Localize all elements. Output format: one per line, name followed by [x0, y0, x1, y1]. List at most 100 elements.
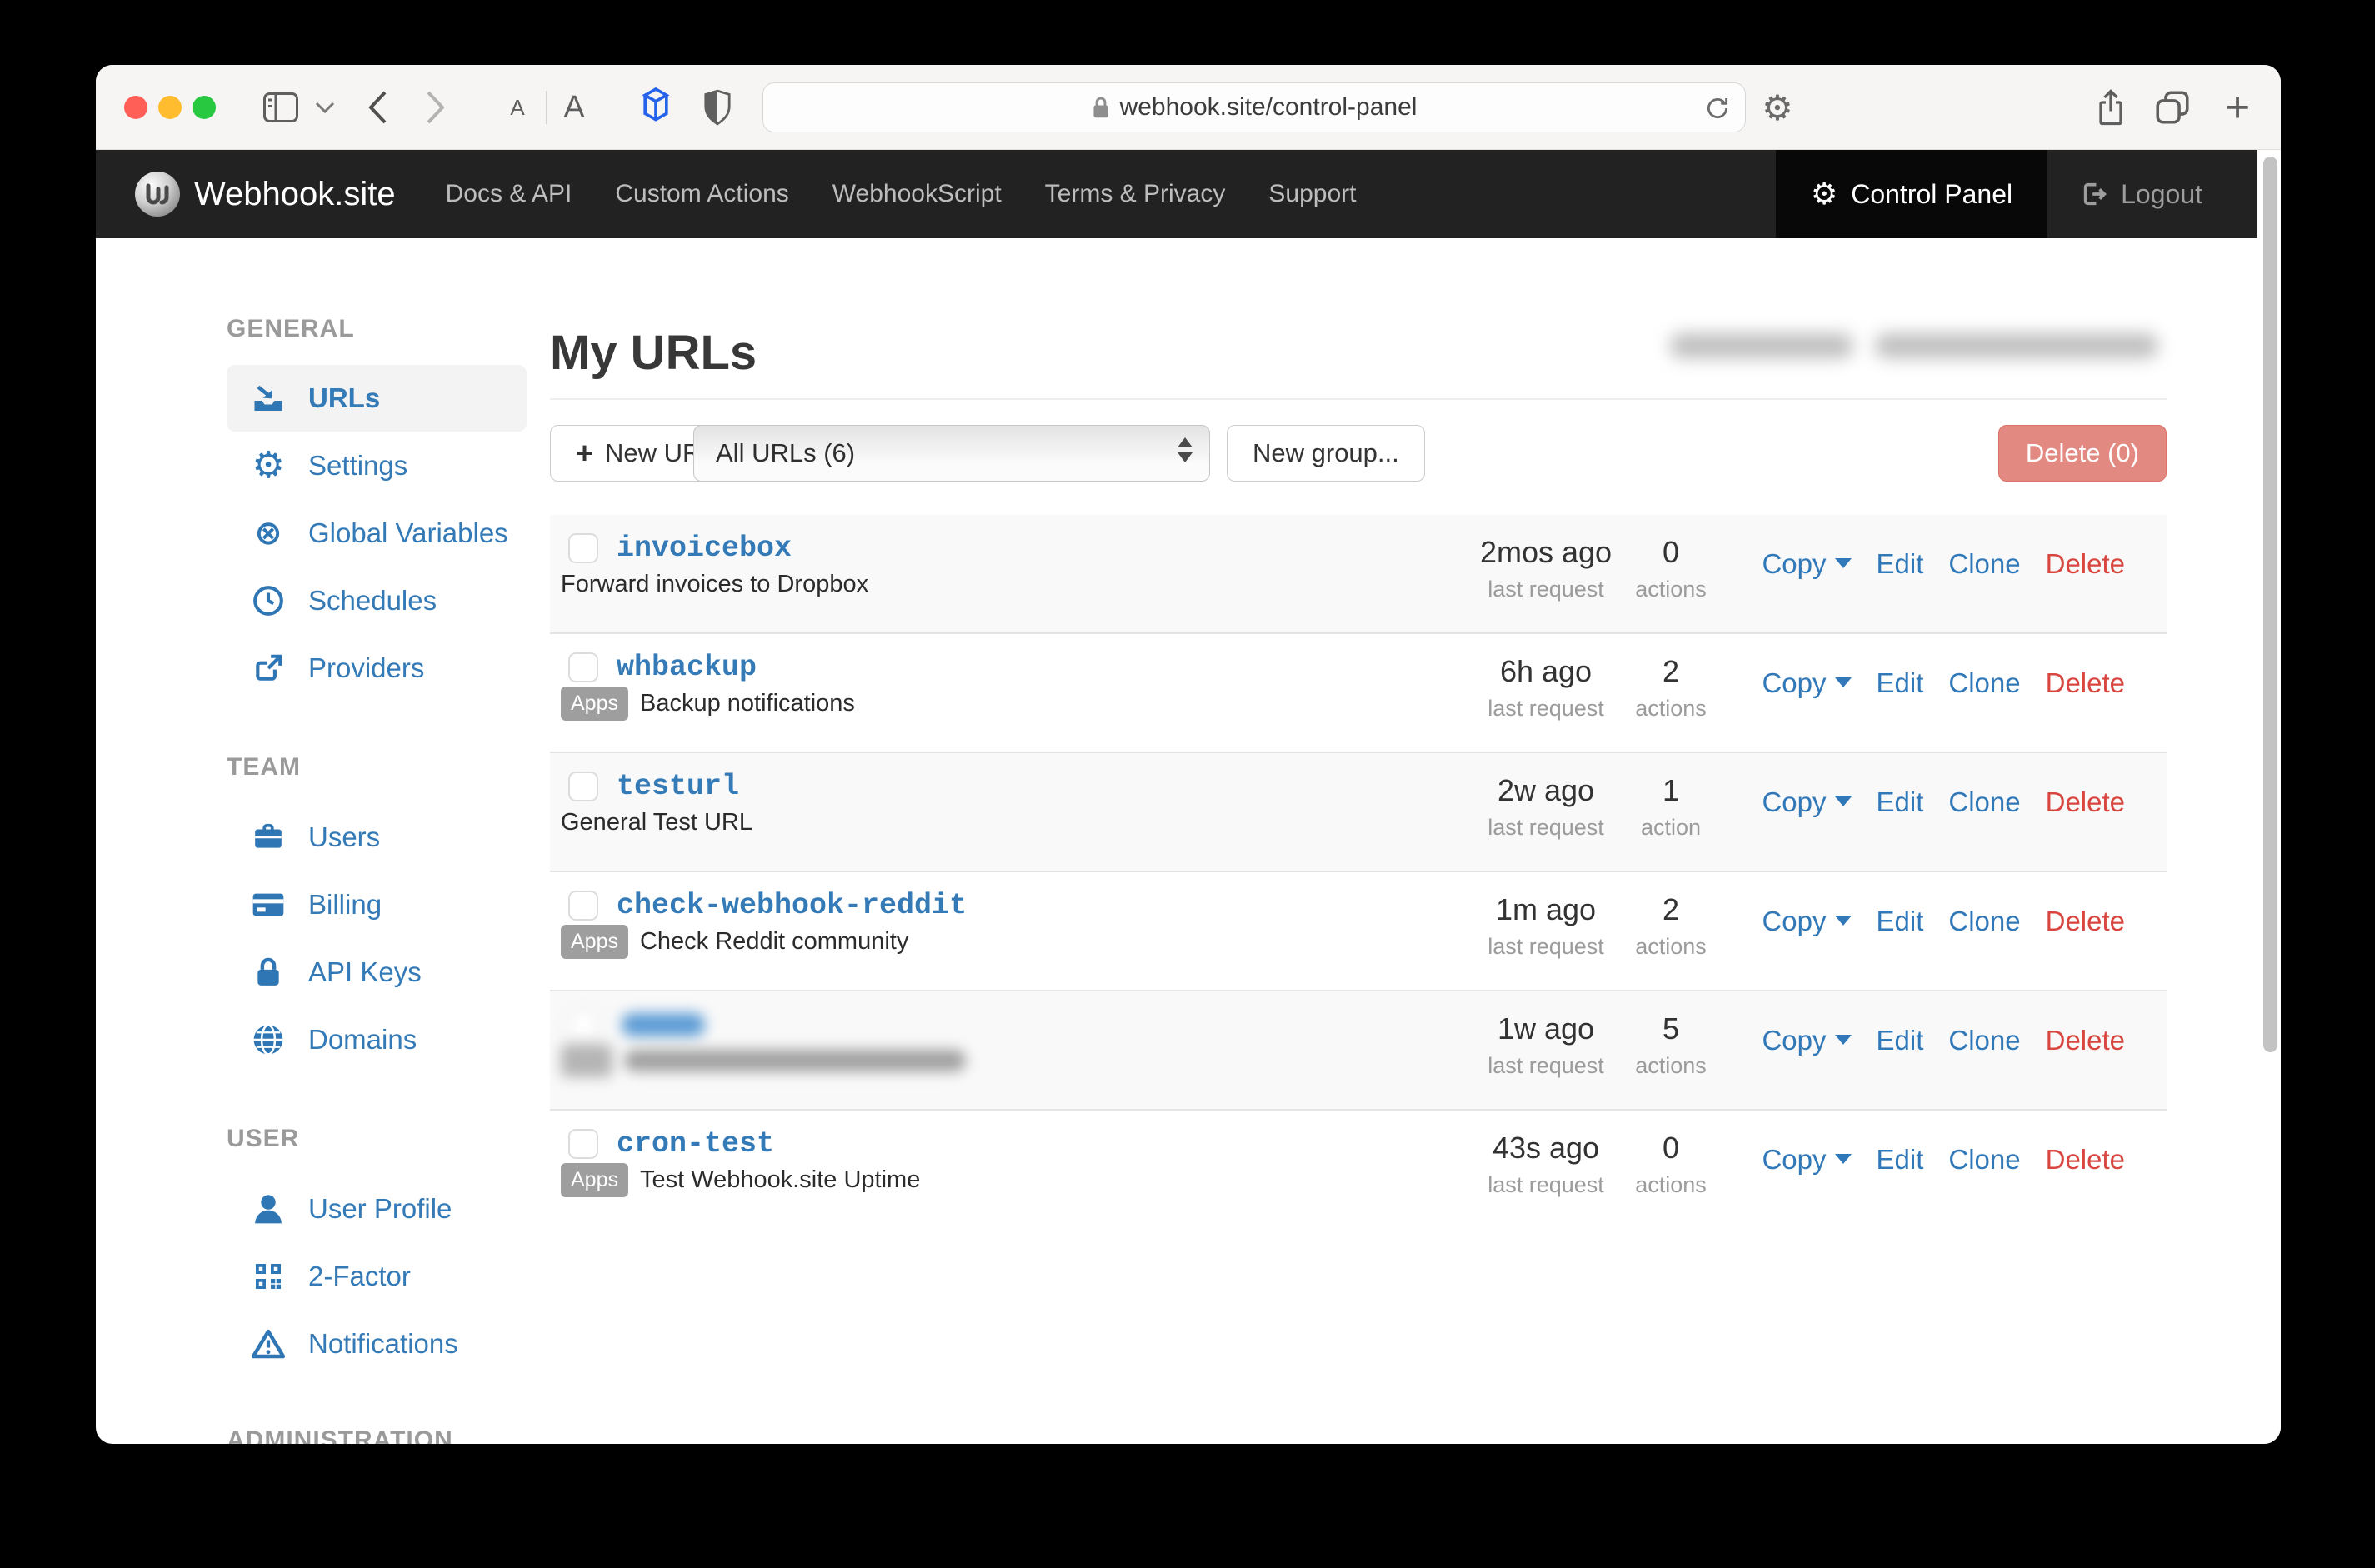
scrollbar-thumb[interactable]	[2263, 157, 2278, 1052]
url-name-redacted	[622, 1013, 705, 1036]
nav-docs-api[interactable]: Docs & API	[446, 180, 572, 208]
clone-link[interactable]: Clone	[1948, 667, 2020, 699]
sidebar-item-label: URLs	[308, 382, 380, 414]
sidebar-item-label: 2-Factor	[308, 1261, 411, 1292]
tab-overview-icon[interactable]	[2148, 65, 2198, 150]
reload-icon[interactable]	[1703, 92, 1732, 125]
nav-links: Docs & API Custom Actions WebhookScript …	[446, 150, 1357, 238]
sidebar-item-users[interactable]: Users	[227, 803, 527, 871]
user-account-redacted	[1670, 333, 2158, 358]
minimize-window-button[interactable]	[158, 96, 182, 119]
clone-link[interactable]: Clone	[1948, 1025, 2020, 1056]
delete-link[interactable]: Delete	[2046, 548, 2125, 580]
sidebar-item-label: Domains	[308, 1024, 417, 1056]
row-checkbox[interactable]	[568, 1010, 598, 1040]
edit-link[interactable]: Edit	[1877, 667, 1924, 699]
sidebar-item-user-profile[interactable]: User Profile	[227, 1175, 527, 1242]
privacy-shield-icon[interactable]	[692, 65, 742, 150]
increase-text-size-button[interactable]: A	[551, 65, 598, 150]
copy-dropdown[interactable]: Copy	[1762, 667, 1851, 699]
webhook-extension-icon[interactable]	[631, 65, 681, 150]
nav-custom-actions[interactable]: Custom Actions	[615, 180, 788, 208]
sidebar-item-providers[interactable]: Providers	[227, 634, 527, 702]
nav-logout[interactable]: Logout	[2048, 150, 2236, 238]
copy-dropdown[interactable]: Copy	[1762, 548, 1851, 580]
settings-gear-icon[interactable]: ⚙	[1752, 65, 1802, 150]
clone-link[interactable]: Clone	[1948, 906, 2020, 937]
copy-dropdown[interactable]: Copy	[1762, 786, 1851, 818]
copy-dropdown[interactable]: Copy	[1762, 1144, 1851, 1176]
delete-link[interactable]: Delete	[2046, 906, 2125, 937]
new-tab-button[interactable]: +	[2212, 65, 2262, 150]
delete-link[interactable]: Delete	[2046, 1144, 2125, 1176]
url-name-link[interactable]: testurl	[617, 770, 739, 803]
address-bar[interactable]: webhook.site/control-panel	[762, 82, 1746, 132]
sidebar-item-settings[interactable]: ⚙ Settings	[227, 432, 527, 499]
apps-badge: Apps	[561, 1163, 628, 1197]
close-window-button[interactable]	[124, 96, 148, 119]
globe-icon	[250, 1024, 287, 1056]
zoom-window-button[interactable]	[192, 96, 216, 119]
actions-count: 0	[1571, 1131, 1771, 1166]
actions-label: actions	[1571, 1172, 1771, 1198]
row-checkbox[interactable]	[568, 533, 598, 563]
edit-link[interactable]: Edit	[1877, 1025, 1924, 1056]
row-checkbox[interactable]	[568, 652, 598, 682]
sidebar-item-label: Global Variables	[308, 517, 508, 549]
logout-icon	[2081, 180, 2109, 208]
nav-control-panel[interactable]: ⚙ Control Panel	[1776, 150, 2048, 238]
decrease-text-size-button[interactable]: A	[494, 65, 541, 150]
chevron-down-icon[interactable]	[306, 65, 344, 150]
delete-link[interactable]: Delete	[2046, 1025, 2125, 1056]
copy-dropdown[interactable]: Copy	[1762, 1025, 1851, 1056]
sidebar-item-label: Billing	[308, 889, 382, 921]
caret-down-icon	[1835, 1035, 1852, 1045]
sidebar-item-schedules[interactable]: Schedules	[227, 567, 527, 634]
browser-window: A A webhook.site/control-panel ⚙	[96, 65, 2281, 1444]
url-filter-value: All URLs (6)	[716, 438, 855, 468]
clone-link[interactable]: Clone	[1948, 548, 2020, 580]
brand[interactable]: Webhook.site	[96, 150, 396, 238]
caret-down-icon	[1835, 558, 1852, 568]
delete-link[interactable]: Delete	[2046, 667, 2125, 699]
gear-icon: ⚙	[250, 444, 287, 487]
row-checkbox[interactable]	[568, 891, 598, 921]
sidebar-item-notifications[interactable]: Notifications	[227, 1310, 527, 1377]
webhook-site-logo	[134, 171, 181, 217]
clone-link[interactable]: Clone	[1948, 786, 2020, 818]
delete-link[interactable]: Delete	[2046, 786, 2125, 818]
scrollbar-track[interactable]	[2258, 150, 2281, 1444]
new-group-button[interactable]: New group...	[1227, 425, 1425, 482]
share-icon[interactable]	[2086, 65, 2136, 150]
row-checkbox[interactable]	[568, 772, 598, 801]
sidebar-item-billing[interactable]: Billing	[227, 871, 527, 938]
sidebar-item-global-variables[interactable]: ⊗ Global Variables	[227, 499, 527, 567]
nav-support[interactable]: Support	[1268, 180, 1356, 208]
edit-link[interactable]: Edit	[1877, 548, 1924, 580]
edit-link[interactable]: Edit	[1877, 906, 1924, 937]
forward-button[interactable]	[412, 65, 459, 150]
toolbar-divider	[546, 91, 547, 124]
actions-label: actions	[1571, 934, 1771, 960]
browser-toolbar: A A webhook.site/control-panel ⚙	[96, 65, 2281, 150]
sidebar-item-domains[interactable]: Domains	[227, 1006, 527, 1073]
url-name-link[interactable]: invoicebox	[617, 532, 792, 565]
sidebar-item-urls[interactable]: URLs	[227, 365, 527, 432]
nav-webhookscript[interactable]: WebhookScript	[832, 180, 1002, 208]
clone-link[interactable]: Clone	[1948, 1144, 2020, 1176]
nav-terms-privacy[interactable]: Terms & Privacy	[1045, 180, 1226, 208]
sidebar-item-api-keys[interactable]: API Keys	[227, 938, 527, 1006]
url-name-link[interactable]: check-webhook-reddit	[617, 889, 967, 922]
edit-link[interactable]: Edit	[1877, 786, 1924, 818]
sidebar-item-2-factor[interactable]: 2-Factor	[227, 1242, 527, 1310]
url-filter-select[interactable]: All URLs (6)	[693, 425, 1210, 482]
caret-down-icon	[1835, 916, 1852, 926]
url-name-link[interactable]: cron-test	[617, 1127, 774, 1161]
back-button[interactable]	[354, 65, 401, 150]
delete-selected-button[interactable]: Delete (0)	[1998, 425, 2167, 482]
row-checkbox[interactable]	[568, 1129, 598, 1159]
edit-link[interactable]: Edit	[1877, 1144, 1924, 1176]
url-name-link[interactable]: whbackup	[617, 651, 757, 684]
sidebar-toggle-icon[interactable]	[256, 65, 306, 150]
copy-dropdown[interactable]: Copy	[1762, 906, 1851, 937]
